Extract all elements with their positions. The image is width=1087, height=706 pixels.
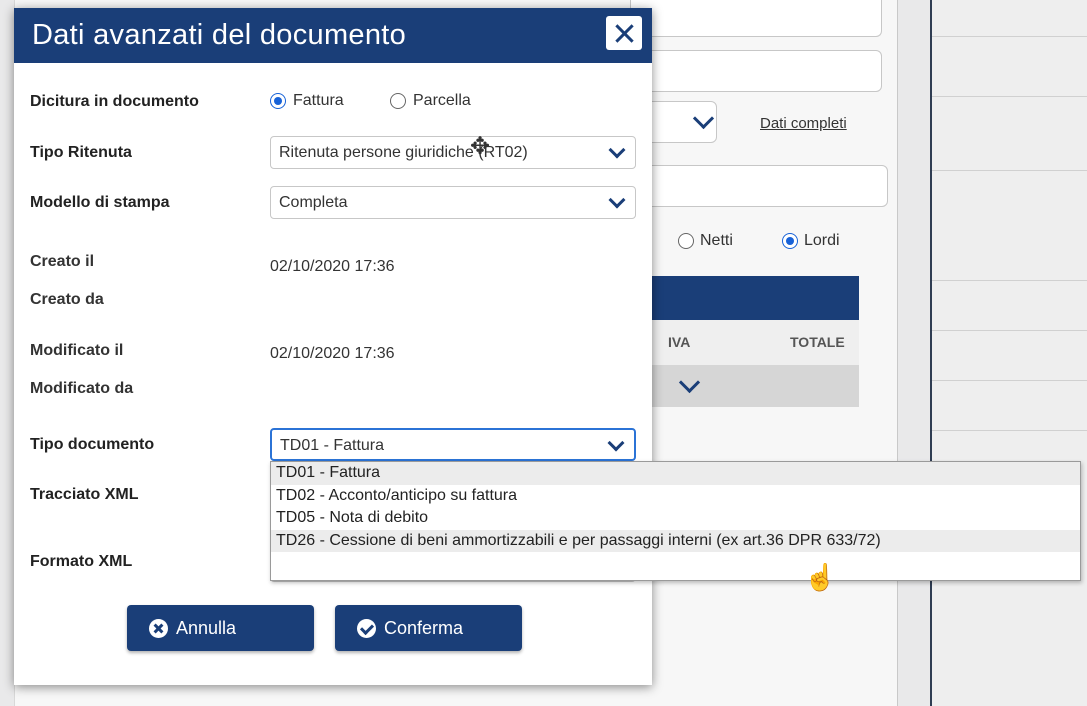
tracciato-xml-label: Tracciato XML [30,486,139,503]
dialog-title-bar: Dati avanzati del documento [14,8,652,63]
modello-stampa-select[interactable]: Completa [270,186,636,219]
dropdown-option[interactable]: TD26 - Cessione di beni ammortizzabili e… [271,529,1080,552]
creato-da-label: Creato da [30,291,104,308]
radio-parcella-label: Parcella [413,92,471,109]
creato-il-value: 02/10/2020 17:36 [270,258,395,275]
dicitura-label: Dicitura in documento [30,93,199,110]
modificato-il-label: Modificato il [30,342,124,359]
chevron-down-icon [608,141,626,159]
tipo-documento-select[interactable]: TD01 - Fattura [270,428,636,461]
modello-stampa-value: Completa [279,194,348,211]
annulla-label: Annulla [176,617,237,638]
column-iva: IVA [668,334,691,350]
radio-fattura[interactable]: Fattura [270,92,344,110]
close-icon[interactable] [606,16,642,50]
move-cursor-icon: ✥ [469,133,491,160]
tipo-documento-value: TD01 - Fattura [280,437,385,454]
table-header-bar [652,276,859,320]
dropdown-option[interactable]: TD01 - Fattura [271,462,1080,485]
dialog-title: Dati avanzati del documento [32,19,407,51]
tipo-ritenuta-select[interactable]: Ritenuta persone giuridiche (RT02) [270,136,636,169]
radio-unchecked-icon [390,93,406,109]
radio-parcella[interactable]: Parcella [390,92,471,110]
background-input [630,0,882,37]
chevron-down-icon [607,434,625,452]
column-totale: TOTALE [790,334,845,350]
chevron-down-icon[interactable] [678,371,701,394]
dropdown-option[interactable]: TD02 - Acconto/anticipo su fattura [271,485,1080,508]
modificato-da-label: Modificato da [30,380,134,397]
dropdown-option[interactable]: TD05 - Nota di debito [271,507,1080,530]
conferma-label: Conferma [384,617,464,638]
radio-lordi-label: Lordi [804,232,840,249]
background-input [630,50,882,92]
cancel-circle-icon [149,618,168,638]
background-right-pane [932,0,1087,706]
annulla-button[interactable]: Annulla [127,605,314,651]
radio-netti[interactable]: Netti [678,232,733,250]
background-divider [930,0,932,706]
creato-il-label: Creato il [30,253,95,270]
check-circle-icon [357,618,376,638]
tipo-documento-label: Tipo documento [30,436,155,453]
conferma-button[interactable]: Conferma [335,605,522,651]
table-row [652,365,859,407]
radio-checked-icon [270,93,286,109]
modificato-il-value: 02/10/2020 17:36 [270,345,395,362]
radio-unchecked-icon [678,233,694,249]
modello-stampa-label: Modello di stampa [30,194,170,211]
advanced-document-data-dialog: Dati avanzati del documento Dicitura in … [14,8,652,685]
tipo-documento-dropdown-list: TD01 - Fattura TD02 - Acconto/anticipo s… [270,461,1081,581]
dati-completi-link[interactable]: Dati completi [760,115,847,132]
hand-pointer-cursor-icon: ☝ [804,562,837,592]
chevron-down-icon [608,191,626,209]
formato-xml-label: Formato XML [30,553,133,570]
chevron-down-icon [692,107,715,130]
background-input [630,165,888,207]
radio-netti-label: Netti [700,232,733,249]
tipo-ritenuta-label: Tipo Ritenuta [30,144,132,161]
radio-fattura-label: Fattura [293,92,344,109]
radio-lordi[interactable]: Lordi [782,232,840,250]
radio-checked-icon [782,233,798,249]
